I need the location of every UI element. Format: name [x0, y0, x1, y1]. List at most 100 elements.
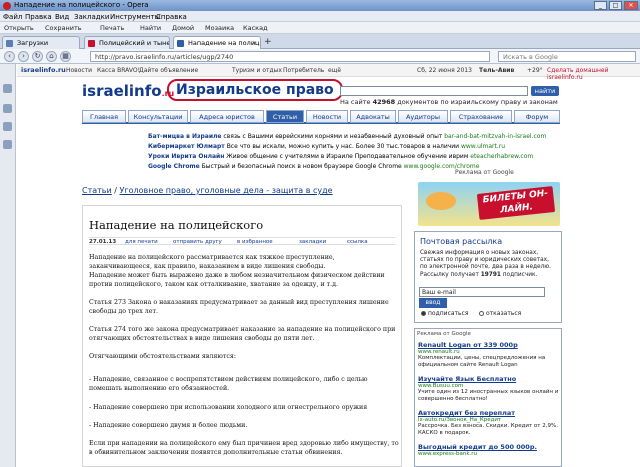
- mail-description: Свежая информация о новых законах, стать…: [420, 250, 552, 278]
- menu-tools[interactable]: Инструменты: [110, 13, 160, 21]
- toolbar-tile[interactable]: Мозаика: [205, 24, 234, 32]
- subscriber-count: 19791: [480, 271, 501, 278]
- toolbar-save[interactable]: Сохранить: [45, 24, 82, 32]
- nav-news[interactable]: Новости: [306, 110, 348, 123]
- tab-bar: Загрузки Полицейский и тыне... Нападение…: [0, 34, 640, 49]
- address-input[interactable]: http://pravo.israelinfo.ru/articles/ugp/…: [90, 51, 490, 62]
- toolbar-print[interactable]: Печать: [100, 24, 124, 32]
- favorites-link[interactable]: в избранное: [237, 239, 273, 245]
- site-city[interactable]: Тель-Авив: [479, 67, 514, 74]
- reload-icon[interactable]: ↻: [32, 51, 43, 62]
- google-ad[interactable]: Renault Logan от 339 000р www.renault.ru К…: [418, 341, 560, 368]
- menu-file[interactable]: Файл: [3, 13, 22, 21]
- send-friend-link[interactable]: отправить другу: [173, 239, 222, 245]
- article-paragraph: Если при нападении на полицейского ему б…: [89, 440, 399, 456]
- article-paragraph: Отягчающими обстоятельствами являются:: [89, 353, 236, 360]
- search-input[interactable]: Искать в Google: [498, 51, 636, 62]
- article-title: Нападение на полицейского: [89, 218, 264, 232]
- google-ad[interactable]: Автокредит без переплат lx-auto.ru/Звонок…: [418, 409, 560, 436]
- toolbar-cascade[interactable]: Каскад: [243, 24, 268, 32]
- toolbar-open[interactable]: Открыть: [4, 24, 34, 32]
- article-date: 27.01.13: [89, 239, 117, 245]
- nav-advocates[interactable]: Адвокаты: [350, 110, 396, 123]
- downloads-panel-icon[interactable]: [3, 140, 12, 149]
- menu-help[interactable]: Справка: [156, 13, 187, 21]
- nav-auditors[interactable]: Аудиторы: [398, 110, 448, 123]
- site-link-ads[interactable]: Дайте объявление: [139, 67, 198, 74]
- breadcrumb-criminal-law[interactable]: Уголовное право, уголовные дела - защита…: [120, 186, 333, 195]
- nav-consult[interactable]: Консультации: [128, 110, 188, 123]
- nav-forum[interactable]: Форум: [514, 110, 560, 123]
- site-logo[interactable]: israelinfo.ru: [21, 66, 66, 74]
- make-home-link[interactable]: Сделать домашней israelinfo.ru: [547, 67, 640, 81]
- download-icon: [6, 40, 13, 47]
- beach-illustration: [426, 192, 456, 210]
- site-search-button[interactable]: найти: [531, 86, 559, 96]
- minimize-icon[interactable]: _: [594, 1, 607, 10]
- side-panel: [0, 64, 16, 467]
- article-meta: 27.01.13 для печати отправить другу в из…: [89, 237, 395, 245]
- article-paragraph: Нападение на полицейского рассматриваетс…: [89, 254, 335, 270]
- toolbar-find[interactable]: Найти: [140, 24, 161, 32]
- site-link-more[interactable]: ещё: [328, 67, 341, 74]
- site-top-bar: israelinfo.ru Новости Касса BRAVO! Дайте…: [17, 64, 640, 81]
- share-link[interactable]: ссылка: [347, 239, 368, 245]
- text-ad[interactable]: Google Chrome Быстрый и безопасный поиск…: [148, 163, 479, 170]
- breadcrumb-articles[interactable]: Статьи: [82, 186, 112, 195]
- menu-edit[interactable]: Правка: [25, 13, 52, 21]
- new-tab-icon[interactable]: +: [264, 37, 272, 47]
- article-paragraph: - Нападение совершено при использовании …: [89, 404, 368, 411]
- nav-home[interactable]: Главная: [82, 110, 126, 123]
- google-ad[interactable]: Изучайте Язык Бесплатно www.Busuu.com Учит…: [418, 375, 560, 402]
- back-icon[interactable]: ‹: [4, 51, 15, 62]
- tickets-banner[interactable]: БИЛЕТЫ ОН-ЛАЙН.: [418, 182, 560, 226]
- toolbar-home[interactable]: Домой: [172, 24, 194, 32]
- nav-articles[interactable]: Статьи: [266, 110, 304, 123]
- doc-count: 42968: [372, 98, 396, 106]
- subscribe-button[interactable]: ввод: [419, 298, 447, 308]
- bookmarks-link[interactable]: закладки: [299, 239, 326, 245]
- window-title: Нападение на полицейского - Opera: [14, 1, 149, 9]
- speed-dial-icon[interactable]: ▦: [60, 51, 71, 62]
- mail-title: Почтовая рассылка: [420, 237, 503, 246]
- tab-downloads[interactable]: Загрузки: [2, 36, 80, 49]
- nav-insurance[interactable]: Страхование: [450, 110, 512, 123]
- home-icon[interactable]: ⌂: [46, 51, 57, 62]
- site-link-consumer[interactable]: Потребитель: [283, 67, 324, 74]
- opera-icon: [3, 2, 11, 10]
- forward-icon[interactable]: ›: [18, 51, 29, 62]
- section-nav: Главная Консультации Адреса юристов Стат…: [82, 110, 560, 124]
- ads-by-google[interactable]: Реклама от Google: [455, 169, 514, 176]
- menu-bookmarks[interactable]: Закладки: [74, 13, 109, 21]
- print-link[interactable]: для печати: [125, 239, 158, 245]
- text-ad[interactable]: Бат-мицва в Израиле связь с Вашими еврей…: [148, 133, 546, 140]
- site-slogan: Израильское право: [167, 79, 343, 101]
- site-link-bravo[interactable]: Касса BRAVO!: [97, 67, 140, 74]
- radio-unsubscribe[interactable]: отказаться: [479, 310, 521, 317]
- article-paragraph: Статья 274 того же закона предусматривае…: [89, 326, 396, 342]
- close-icon[interactable]: ✕: [624, 1, 638, 10]
- text-ad[interactable]: Кибермаркет Юлмарт Все что вы искали, мо…: [148, 143, 505, 150]
- nav-lawyers[interactable]: Адреса юристов: [190, 110, 264, 123]
- menu-view[interactable]: Вид: [55, 13, 69, 21]
- site-logo-main[interactable]: israelinfo.ru: [82, 82, 174, 100]
- article-paragraph: - Нападение, связанное с воспрепятствием…: [89, 376, 368, 392]
- site-link-news[interactable]: Новости: [66, 67, 92, 74]
- text-ad[interactable]: Уроки Иврита Онлайн Живое общение с учит…: [148, 153, 533, 160]
- close-tab-icon[interactable]: ×: [252, 39, 257, 47]
- site-link-tourism[interactable]: Туризм и отдых: [232, 67, 282, 74]
- favicon-icon: [177, 40, 184, 47]
- window-title-bar: Нападение на полицейского - Opera _ □ ✕: [0, 0, 640, 11]
- notes-panel-icon[interactable]: [3, 104, 12, 113]
- bookmarks-panel-icon[interactable]: [3, 84, 12, 93]
- maximize-icon[interactable]: □: [609, 1, 622, 10]
- breadcrumb: Статьи / Уголовное право, уголовные дела…: [82, 186, 333, 195]
- google-ad[interactable]: Выгодный кредит до 500 000р. www.express-…: [418, 443, 560, 457]
- history-panel-icon[interactable]: [3, 122, 12, 131]
- tab-policeman[interactable]: Полицейский и тыне...: [84, 36, 170, 49]
- site-search-input[interactable]: [340, 86, 528, 96]
- google-ads-header[interactable]: Реклама от Google: [417, 331, 471, 337]
- radio-subscribe[interactable]: подписаться: [421, 310, 468, 317]
- email-field[interactable]: Ваш e-mail: [419, 287, 545, 297]
- tab-attack-police[interactable]: Нападение на полиц... ×: [173, 36, 261, 49]
